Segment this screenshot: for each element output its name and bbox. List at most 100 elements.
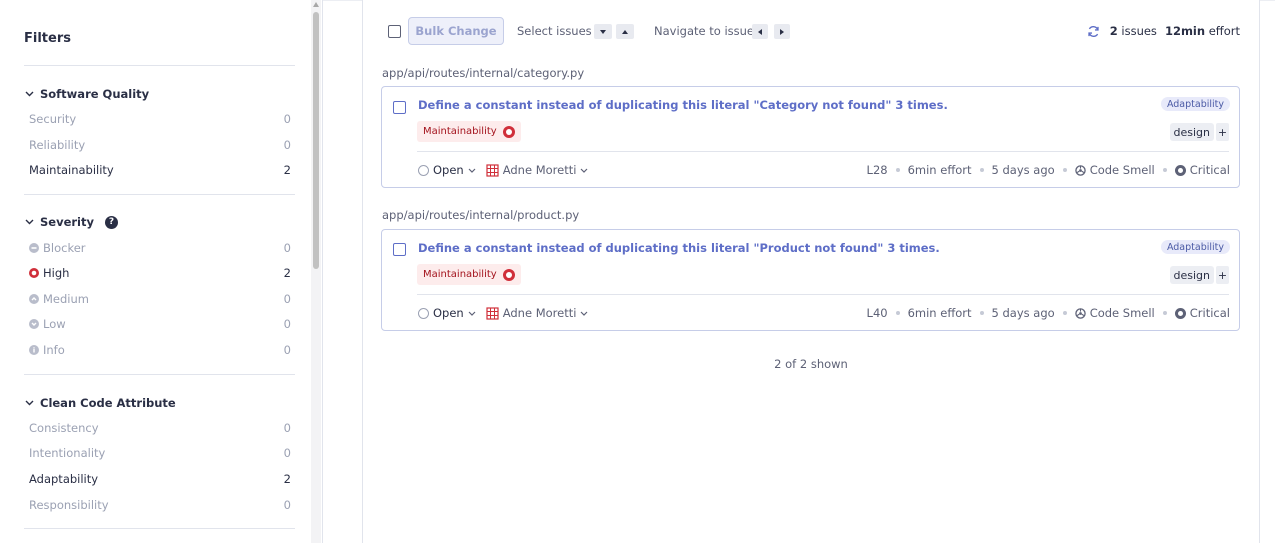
divider — [24, 65, 295, 66]
facet-clean-code-attribute[interactable]: Clean Code Attribute — [24, 396, 176, 410]
facet-item-label: Reliability — [29, 138, 86, 152]
chevron-down-icon — [24, 398, 34, 408]
issue-type: Code Smell — [1074, 306, 1155, 320]
issue-title-link[interactable]: Define a constant instead of duplicating… — [418, 98, 948, 112]
facet-item-consistency[interactable]: Consistency 0 — [24, 418, 295, 438]
facet-item-label: Blocker — [43, 241, 86, 255]
issue-title-link[interactable]: Define a constant instead of duplicating… — [418, 241, 940, 255]
chevron-down-icon — [24, 217, 34, 227]
issue-meta: Open Adne Moretti L28 6min effort 5 days… — [418, 162, 1230, 178]
severity-label: Critical — [1189, 163, 1230, 177]
bulk-change-button[interactable]: Bulk Change — [408, 17, 504, 45]
low-icon — [29, 319, 39, 329]
facet-item-info[interactable]: Info 0 — [24, 340, 295, 360]
info-icon — [29, 345, 39, 355]
add-tag-button[interactable]: + — [1216, 266, 1229, 284]
facet-item-count: 0 — [283, 138, 291, 152]
facet-item-label: Intentionality — [29, 446, 106, 460]
code-smell-icon — [1074, 164, 1086, 176]
critical-icon — [1174, 307, 1186, 319]
software-quality-tag[interactable]: Maintainability — [417, 121, 521, 142]
divider — [24, 374, 295, 375]
filters-sidebar: Filters Software Quality Security 0 Reli… — [0, 0, 323, 543]
add-tag-button[interactable]: + — [1216, 123, 1229, 141]
facet-item-label: Medium — [43, 292, 89, 306]
facet-item-security[interactable]: Security 0 — [24, 109, 295, 129]
medium-icon — [29, 294, 39, 304]
facet-item-reliability[interactable]: Reliability 0 — [24, 135, 295, 155]
file-path: app/api/routes/internal/category.py — [382, 66, 585, 80]
help-icon[interactable]: ? — [105, 215, 118, 229]
facet-item-high[interactable]: High 2 — [24, 263, 295, 283]
issue-meta: Open Adne Moretti L40 6min effort 5 days… — [418, 305, 1230, 321]
chevron-down-icon — [581, 168, 588, 173]
facet-item-low[interactable]: Low 0 — [24, 314, 295, 334]
issues-label: issues — [1121, 24, 1157, 38]
issue-type-label: Code Smell — [1089, 306, 1155, 320]
facet-item-blocker[interactable]: Blocker 0 — [24, 238, 295, 258]
facet-item-count: 2 — [283, 472, 291, 486]
critical-icon — [1174, 164, 1186, 176]
line-number[interactable]: L28 — [867, 163, 888, 177]
navigate-right-key — [774, 24, 790, 39]
issue-checkbox[interactable] — [393, 101, 406, 114]
status-dropdown[interactable]: Open — [418, 306, 476, 320]
status-label: Open — [433, 163, 464, 177]
issues-count: 2 — [1109, 24, 1118, 38]
filters-title: Filters — [24, 31, 71, 46]
facet-item-maintainability[interactable]: Maintainability 2 — [24, 160, 295, 180]
avatar — [485, 163, 499, 177]
assignee-name: Adne Moretti — [502, 306, 577, 320]
divider — [417, 151, 1229, 152]
file-path: app/api/routes/internal/product.py — [382, 208, 580, 222]
issue-card[interactable]: Define a constant instead of duplicating… — [381, 86, 1240, 188]
facet-item-count: 0 — [283, 317, 291, 331]
facet-header-label: Software Quality — [40, 87, 150, 101]
facet-item-count: 0 — [283, 292, 291, 306]
facet-item-medium[interactable]: Medium 0 — [24, 289, 295, 309]
chevron-down-icon — [24, 89, 34, 99]
facet-item-responsibility[interactable]: Responsibility 0 — [24, 495, 295, 515]
facet-severity[interactable]: Severity ? — [24, 215, 118, 229]
line-number[interactable]: L40 — [867, 306, 888, 320]
facet-item-count: 0 — [283, 498, 291, 512]
status-dropdown[interactable]: Open — [418, 163, 476, 177]
chevron-down-icon — [468, 311, 476, 316]
tag-design[interactable]: design — [1169, 123, 1214, 141]
facet-item-count: 0 — [283, 241, 291, 255]
clean-code-attribute-badge[interactable]: Adaptability — [1160, 240, 1230, 254]
tag-design[interactable]: design — [1169, 266, 1214, 284]
issue-checkbox[interactable] — [393, 243, 406, 256]
assignee-name: Adne Moretti — [502, 163, 577, 177]
software-quality-tag[interactable]: Maintainability — [417, 264, 521, 285]
issue-age: 5 days ago — [991, 306, 1055, 320]
high-severity-icon — [502, 125, 515, 138]
effort: 6min effort — [907, 163, 972, 177]
facet-item-intentionality[interactable]: Intentionality 0 — [24, 443, 295, 463]
assignee-dropdown[interactable]: Adne Moretti — [485, 306, 589, 320]
facet-item-label: High — [43, 266, 70, 280]
facet-item-label: Low — [43, 317, 66, 331]
separator-dot — [1062, 168, 1067, 172]
facet-item-count: 0 — [283, 421, 291, 435]
assignee-dropdown[interactable]: Adne Moretti — [485, 163, 589, 177]
select-all-checkbox[interactable] — [388, 25, 401, 38]
facet-item-count: 0 — [283, 112, 291, 126]
status-label: Open — [433, 306, 464, 320]
divider — [24, 194, 295, 195]
clean-code-attribute-badge[interactable]: Adaptability — [1160, 97, 1230, 111]
scrollbar-thumb[interactable] — [313, 12, 319, 269]
divider — [417, 294, 1229, 295]
separator-dot — [895, 311, 900, 315]
facet-header-label: Severity — [40, 215, 94, 229]
scroll-up-arrow-icon[interactable] — [313, 2, 319, 7]
effort: 6min effort — [907, 306, 972, 320]
select-down-key — [594, 24, 612, 39]
refresh-icon[interactable] — [1087, 25, 1100, 38]
select-up-key — [616, 24, 634, 39]
facet-software-quality[interactable]: Software Quality — [24, 87, 149, 101]
high-severity-icon — [502, 268, 515, 281]
issue-card[interactable]: Define a constant instead of duplicating… — [381, 229, 1240, 331]
facet-item-count: 2 — [283, 266, 291, 280]
facet-item-adaptability[interactable]: Adaptability 2 — [24, 469, 295, 489]
